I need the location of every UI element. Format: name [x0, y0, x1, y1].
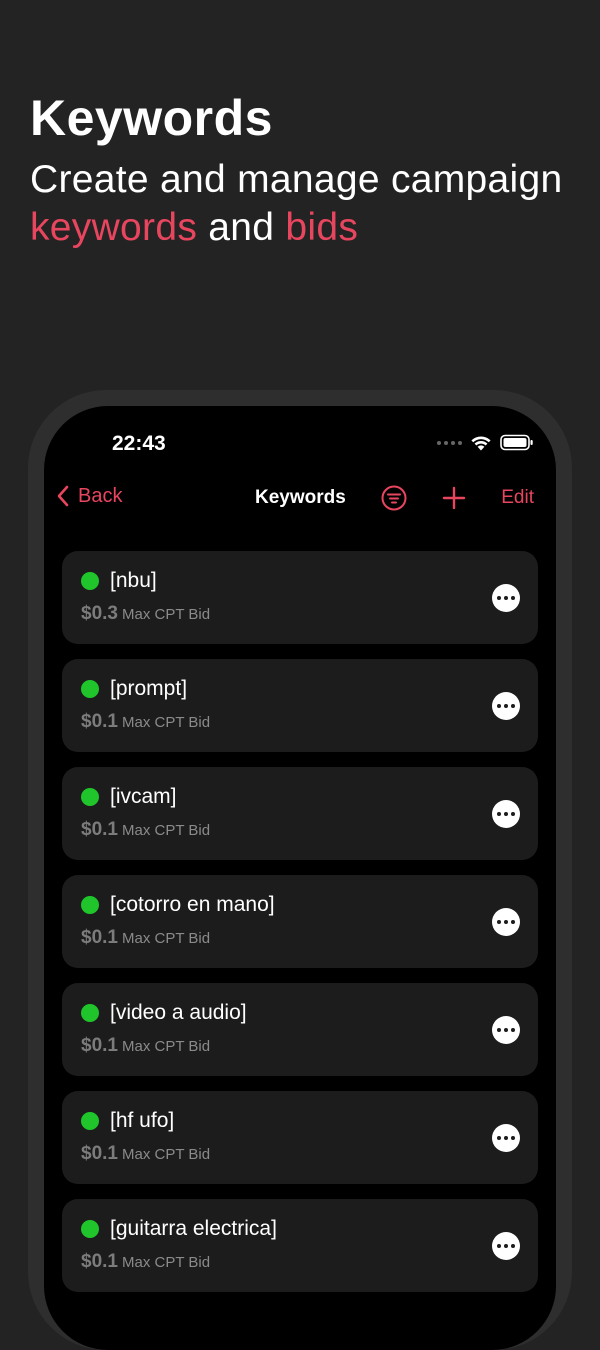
bid-value: $0.1	[81, 1035, 118, 1056]
nav-title: Keywords	[255, 487, 346, 508]
more-icon[interactable]	[492, 908, 520, 936]
bid-value: $0.3	[81, 603, 118, 624]
keyword-card[interactable]: [video a audio] $0.1 Max CPT Bid	[62, 983, 538, 1076]
bid-label: Max CPT Bid	[121, 1254, 211, 1271]
keyword-bid: $0.3 Max CPT Bid	[81, 603, 210, 625]
back-button[interactable]: Back	[56, 484, 122, 508]
keyword-name: [nbu]	[110, 569, 157, 592]
status-dot-icon	[81, 788, 99, 806]
keyword-card[interactable]: [prompt] $0.1 Max CPT Bid	[62, 659, 538, 752]
subtitle-accent-keywords: keywords	[30, 206, 198, 249]
battery-icon	[500, 434, 533, 451]
keyword-card[interactable]: [nbu] $0.3 Max CPT Bid	[62, 551, 538, 644]
status-dot-icon	[81, 1004, 99, 1022]
bid-label: Max CPT Bid	[121, 930, 211, 947]
keyword-name: [ivcam]	[110, 785, 177, 808]
promo-subtitle: Create and manage campaign keywords and …	[30, 156, 575, 252]
more-icon[interactable]	[492, 1232, 520, 1260]
keyword-bid: $0.1 Max CPT Bid	[81, 819, 210, 841]
keyword-bid: $0.1 Max CPT Bid	[81, 1035, 210, 1057]
keyword-name: [video a audio]	[110, 1001, 247, 1024]
navigation-bar: Back Keywords Edit	[44, 472, 556, 524]
chevron-left-icon	[57, 485, 69, 507]
status-icons	[437, 434, 534, 451]
keyword-name: [hf ufo]	[110, 1109, 175, 1132]
bid-label: Max CPT Bid	[121, 1038, 211, 1055]
keyword-card[interactable]: [cotorro en mano] $0.1 Max CPT Bid	[62, 875, 538, 968]
back-label: Back	[78, 484, 123, 507]
bid-value: $0.1	[81, 711, 118, 732]
keyword-bid: $0.1 Max CPT Bid	[81, 711, 210, 733]
bid-value: $0.1	[81, 1143, 118, 1164]
more-icon[interactable]	[492, 800, 520, 828]
keyword-bid: $0.1 Max CPT Bid	[81, 927, 210, 949]
bid-label: Max CPT Bid	[121, 822, 211, 839]
edit-button[interactable]: Edit	[501, 487, 534, 509]
status-dot-icon	[81, 1220, 99, 1238]
bid-label: Max CPT Bid	[121, 1146, 211, 1163]
bid-label: Max CPT Bid	[121, 714, 211, 731]
status-dot-icon	[81, 680, 99, 698]
keyword-bid: $0.1 Max CPT Bid	[81, 1143, 210, 1165]
subtitle-text-2: and	[197, 206, 286, 249]
phone-frame: 22:43 Back Keywords Edit [nbu] $0.3 Max …	[28, 390, 572, 1350]
subtitle-accent-bids: bids	[285, 206, 359, 249]
more-icon[interactable]	[492, 584, 520, 612]
bid-value: $0.1	[81, 927, 118, 948]
keyword-name: [guitarra electrica]	[110, 1217, 277, 1240]
signal-icon	[437, 440, 462, 445]
keyword-card[interactable]: [hf ufo] $0.1 Max CPT Bid	[62, 1091, 538, 1184]
more-icon[interactable]	[492, 1016, 520, 1044]
keyword-card[interactable]: [guitarra electrica] $0.1 Max CPT Bid	[62, 1199, 538, 1292]
promo-header: Keywords Create and manage campaign keyw…	[30, 88, 575, 252]
keyword-name: [cotorro en mano]	[110, 893, 275, 916]
more-icon[interactable]	[492, 1124, 520, 1152]
add-keyword-button[interactable]	[442, 484, 466, 517]
filter-button[interactable]	[380, 484, 408, 517]
keyword-card[interactable]: [ivcam] $0.1 Max CPT Bid	[62, 767, 538, 860]
status-dot-icon	[81, 896, 99, 914]
plus-icon	[442, 486, 466, 510]
phone-screen: 22:43 Back Keywords Edit [nbu] $0.3 Max …	[44, 406, 556, 1350]
bid-value: $0.1	[81, 819, 118, 840]
promo-title: Keywords	[30, 90, 273, 146]
subtitle-text-1: Create and manage campaign	[30, 158, 563, 201]
keyword-name: [prompt]	[110, 677, 188, 700]
status-dot-icon	[81, 1112, 99, 1130]
keyword-bid: $0.1 Max CPT Bid	[81, 1251, 210, 1273]
status-time: 22:43	[112, 432, 166, 455]
more-icon[interactable]	[492, 692, 520, 720]
status-dot-icon	[81, 572, 99, 590]
wifi-icon	[471, 436, 491, 451]
keyword-list: [nbu] $0.3 Max CPT Bid [prompt] $0.1 Max C…	[62, 551, 538, 1307]
filter-icon	[381, 485, 407, 511]
bid-value: $0.1	[81, 1251, 118, 1272]
bid-label: Max CPT Bid	[121, 606, 211, 623]
